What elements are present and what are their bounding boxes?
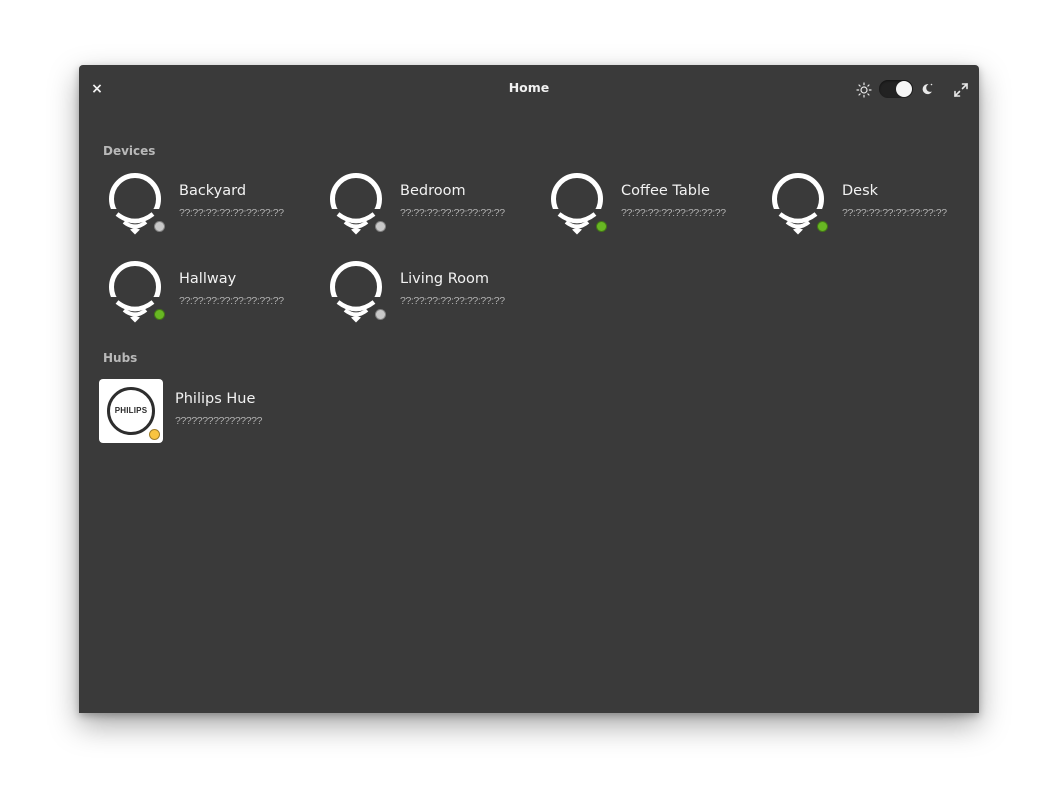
- hub-item[interactable]: PHILIPS Philips Hue????????????????: [99, 379, 304, 445]
- device-name: Bedroom: [400, 183, 466, 199]
- device-mac-address: ??:??:??:??:??:??:??:??: [842, 207, 947, 219]
- hub-serial: ????????????????: [175, 415, 263, 427]
- hubs-section-label: Hubs: [103, 351, 138, 365]
- device-name: Desk: [842, 183, 879, 199]
- hub-name: Philips Hue: [175, 391, 256, 407]
- window-title: Home: [508, 80, 550, 95]
- device-name: Coffee Table: [621, 183, 710, 199]
- app-window: × Home Devices Backyard ??:??:??:??:??:?…: [79, 65, 979, 713]
- sun-icon: [856, 82, 872, 98]
- device-item[interactable]: Backyard??:??:??:??:??:??:??:??: [103, 171, 308, 237]
- status-indicator: [154, 309, 165, 320]
- status-indicator: [154, 221, 165, 232]
- device-mac-address: ??:??:??:??:??:??:??:??: [179, 295, 284, 307]
- device-name: Backyard: [179, 183, 247, 199]
- device-mac-address: ??:??:??:??:??:??:??:??: [400, 207, 505, 219]
- device-item[interactable]: Desk??:??:??:??:??:??:??:??: [766, 171, 971, 237]
- status-indicator: [375, 309, 386, 320]
- dark-mode-toggle[interactable]: [879, 80, 913, 98]
- device-mac-address: ??:??:??:??:??:??:??:??: [621, 207, 726, 219]
- moon-icon: [922, 83, 933, 95]
- device-item[interactable]: Coffee Table??:??:??:??:??:??:??:??: [545, 171, 750, 237]
- status-indicator: [817, 221, 828, 232]
- status-indicator: [149, 429, 160, 440]
- header-bar: × Home: [79, 65, 979, 113]
- device-item[interactable]: Bedroom??:??:??:??:??:??:??:??: [324, 171, 529, 237]
- toggle-knob: [896, 81, 912, 97]
- device-name: Living Room: [400, 271, 490, 287]
- maximize-icon[interactable]: [953, 82, 969, 98]
- devices-section-label: Devices: [103, 144, 156, 158]
- status-indicator: [375, 221, 386, 232]
- device-name: Hallway: [179, 271, 237, 287]
- device-mac-address: ??:??:??:??:??:??:??:??: [400, 295, 505, 307]
- status-indicator: [596, 221, 607, 232]
- logo-text: PHILIPS: [114, 406, 148, 415]
- device-mac-address: ??:??:??:??:??:??:??:??: [179, 207, 284, 219]
- device-item[interactable]: Living Room??:??:??:??:??:??:??:??: [324, 259, 529, 325]
- device-item[interactable]: Hallway??:??:??:??:??:??:??:??: [103, 259, 308, 325]
